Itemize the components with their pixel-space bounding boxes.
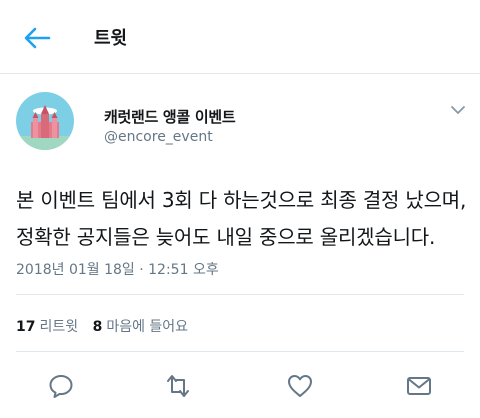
- display-name[interactable]: 캐럿랜드 앵콜 이벤트: [104, 106, 236, 127]
- user-handle[interactable]: @encore_event: [104, 129, 213, 145]
- retweet-label: 리트윗: [39, 319, 79, 335]
- back-arrow-icon[interactable]: [22, 24, 52, 52]
- timestamp: 2018년 01월 18일 · 12:51 오후: [16, 262, 219, 278]
- like-count: 8: [92, 319, 103, 335]
- like-label: 마음에 들어요: [106, 319, 189, 335]
- divider: [16, 351, 464, 352]
- app-header: 트윗: [0, 0, 480, 74]
- retweet-icon[interactable]: [164, 372, 192, 400]
- avatar[interactable]: [16, 92, 74, 150]
- retweet-count: 17: [16, 319, 36, 335]
- tweet-text: 본 이벤트 팀에서 3회 다 하는것으로 최종 결정 났으며, 정확한 공지들은…: [16, 182, 476, 256]
- like-stat[interactable]: 8 마음에 들어요: [93, 319, 188, 335]
- reply-icon[interactable]: [47, 372, 75, 400]
- message-icon[interactable]: [405, 372, 433, 400]
- engagement-stats: 17 리트윗 8 마음에 들어요: [16, 316, 198, 336]
- retweet-stat[interactable]: 17 리트윗: [16, 319, 78, 335]
- chevron-down-icon[interactable]: [448, 100, 468, 120]
- heart-icon[interactable]: [286, 372, 314, 400]
- tweet-text-line: 정확한 공지들은 늦어도 내일 중으로 올리겠습니다.: [16, 225, 436, 249]
- divider: [16, 294, 464, 295]
- page-title: 트윗: [94, 28, 128, 49]
- tweet-text-line: 본 이벤트 팀에서 3회 다 하는것으로 최종 결정 났으며,: [16, 188, 467, 212]
